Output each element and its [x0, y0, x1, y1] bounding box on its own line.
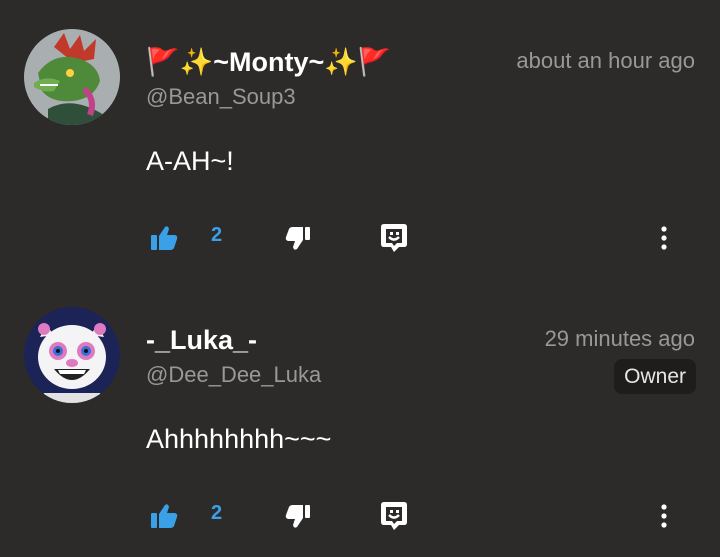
- display-name[interactable]: 🚩✨~Monty~✨🚩: [146, 42, 392, 82]
- thumbs-up-icon: [151, 226, 178, 250]
- reply-button[interactable]: [378, 222, 410, 254]
- avatar[interactable]: [24, 307, 120, 403]
- speech-bubble-icon: [381, 502, 407, 530]
- thumbs-up-icon: [151, 504, 178, 528]
- avatar-image: [24, 29, 120, 125]
- vertical-dots-icon: [661, 504, 667, 528]
- vertical-dots-icon: [661, 226, 667, 250]
- like-count: 2: [211, 224, 223, 246]
- speech-bubble-icon: [381, 224, 407, 252]
- dislike-button[interactable]: [284, 222, 312, 254]
- user-handle[interactable]: @Bean_Soup3: [146, 84, 296, 110]
- comment-item: -_Luka_- @Dee_Dee_Luka 29 minutes ago Ow…: [0, 278, 720, 556]
- comment-text: A-AH~!: [146, 146, 234, 176]
- like-count: 2: [211, 502, 223, 524]
- comment-text: Ahhhhhhhh~~~: [146, 424, 332, 454]
- dislike-button[interactable]: [284, 500, 312, 532]
- comment-feed: 🚩✨~Monty~✨🚩 @Bean_Soup3 about an hour ag…: [0, 0, 720, 557]
- reply-button[interactable]: [378, 500, 410, 532]
- display-name[interactable]: -_Luka_-: [146, 320, 257, 360]
- more-options-button[interactable]: [652, 500, 676, 532]
- comment-item: 🚩✨~Monty~✨🚩 @Bean_Soup3 about an hour ag…: [0, 0, 720, 278]
- thumbs-down-icon: [285, 227, 310, 250]
- avatar-image: [24, 307, 120, 403]
- timestamp: 29 minutes ago: [544, 326, 695, 351]
- more-options-button[interactable]: [652, 222, 676, 254]
- user-handle[interactable]: @Dee_Dee_Luka: [146, 362, 321, 388]
- timestamp: about an hour ago: [516, 48, 695, 73]
- avatar[interactable]: [24, 29, 120, 125]
- thumbs-down-icon: [285, 505, 310, 528]
- like-button[interactable]: [150, 500, 178, 532]
- owner-badge: Owner: [614, 359, 696, 394]
- like-button[interactable]: [150, 222, 178, 254]
